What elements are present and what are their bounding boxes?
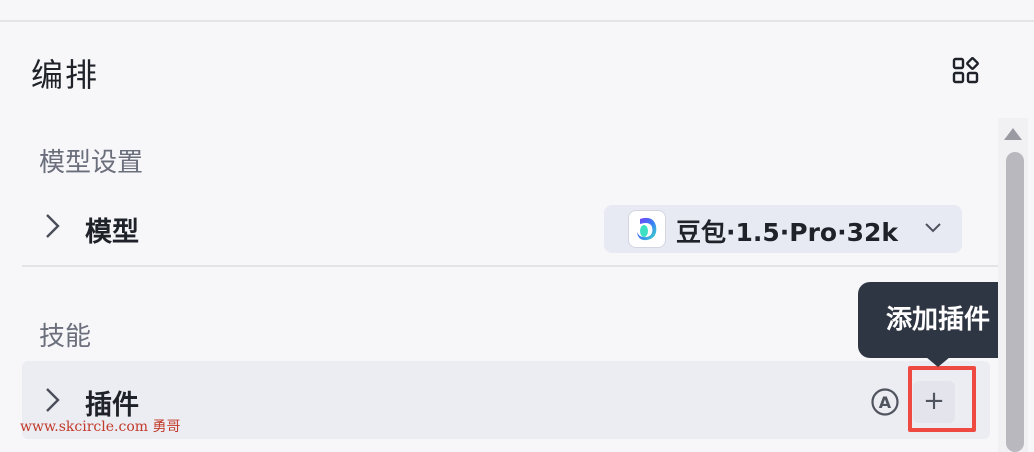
model-select-dropdown[interactable]: 豆包·1.5·Pro·32k	[604, 205, 962, 253]
grid-layout-icon[interactable]	[952, 57, 980, 85]
svg-text:A: A	[879, 393, 892, 412]
chevron-down-icon	[925, 223, 941, 233]
selected-model-label: 豆包·1.5·Pro·32k	[676, 218, 899, 247]
add-plugin-tooltip: 添加插件	[858, 282, 1018, 358]
model-settings-title: 模型设置	[39, 148, 144, 178]
watermark-text: www.skcircle.com 勇哥	[20, 419, 181, 435]
auto-a-circle-icon[interactable]: A	[870, 387, 900, 417]
doubao-logo-icon	[628, 210, 666, 248]
chevron-right-icon	[46, 214, 60, 238]
scrollbar-thumb[interactable]	[1006, 152, 1024, 452]
model-row-label: 模型	[85, 217, 139, 248]
section-divider	[22, 265, 1002, 267]
page-title: 编排	[31, 56, 100, 94]
scroll-up-arrow-icon[interactable]	[1004, 128, 1022, 140]
tooltip-arrow	[926, 357, 950, 367]
top-bar	[0, 0, 1034, 22]
highlight-box	[908, 366, 976, 432]
chevron-right-icon	[46, 388, 60, 412]
skills-title: 技能	[39, 322, 92, 352]
